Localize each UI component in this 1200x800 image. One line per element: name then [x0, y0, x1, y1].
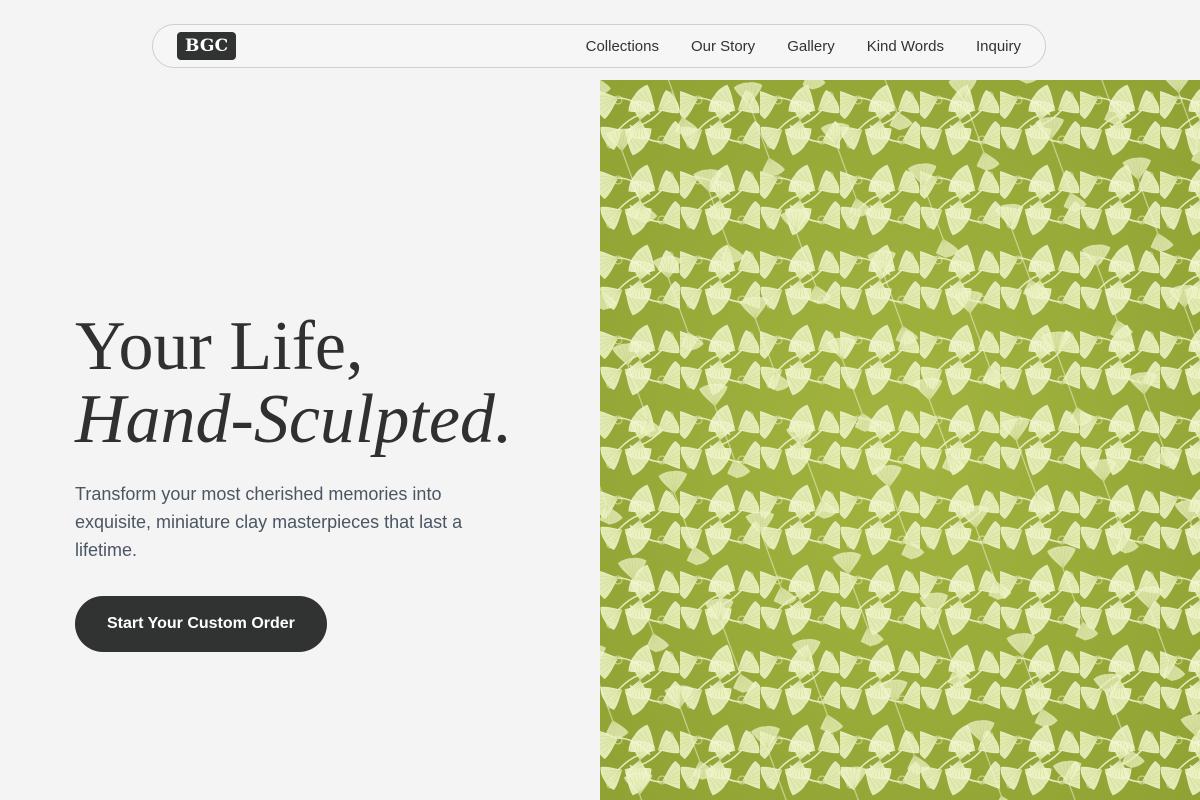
start-custom-order-button[interactable]: Start Your Custom Order — [75, 596, 327, 652]
nav-link-collections[interactable]: Collections — [586, 38, 659, 55]
nav-link-inquiry[interactable]: Inquiry — [976, 38, 1021, 55]
brand-logo[interactable]: BGC — [177, 32, 237, 60]
hero-headline: Your Life, Hand-Sculpted. — [75, 310, 575, 456]
hero-headline-line1: Your Life, — [75, 308, 364, 385]
page: BGC Collections Our Story Gallery Kind W… — [0, 0, 1200, 800]
hero-section: Your Life, Hand-Sculpted. Transform your… — [75, 310, 575, 652]
hero-headline-line2: Hand-Sculpted. — [75, 381, 513, 458]
top-navigation: BGC Collections Our Story Gallery Kind W… — [152, 24, 1046, 68]
hero-subtitle: Transform your most cherished memories i… — [75, 484, 463, 560]
nav-links: Collections Our Story Gallery Kind Words… — [554, 38, 1021, 55]
ginkgo-leaf-pattern-icon — [600, 80, 1200, 800]
ginkgo-pattern-image — [600, 80, 1200, 800]
nav-link-kind-words[interactable]: Kind Words — [867, 38, 944, 55]
nav-link-our-story[interactable]: Our Story — [691, 38, 755, 55]
nav-link-gallery[interactable]: Gallery — [787, 38, 835, 55]
